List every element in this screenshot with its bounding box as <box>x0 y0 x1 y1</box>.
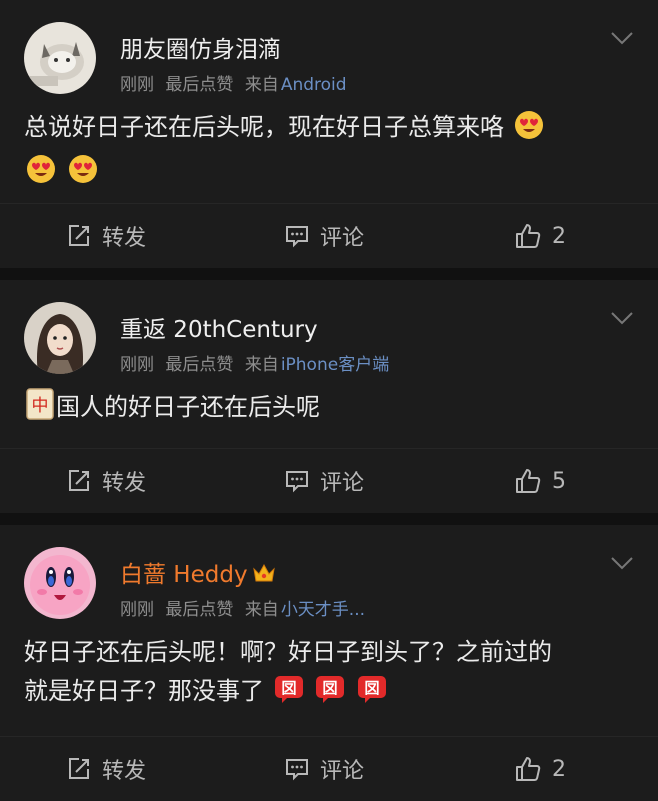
svg-text:㘝: 㘝 <box>364 679 379 697</box>
timestamp: 刚刚 <box>120 355 154 375</box>
svg-text:㘝: 㘝 <box>323 679 338 697</box>
like-button[interactable]: 2 <box>514 204 566 268</box>
thumbs-up-icon <box>516 224 541 248</box>
username[interactable]: 重返 20thCentury <box>120 310 318 344</box>
comment-button[interactable]: 评论 <box>284 449 364 513</box>
source-prefix: 来自 <box>244 600 279 620</box>
comment-button[interactable]: 评论 <box>284 204 364 268</box>
repost-icon <box>69 225 89 246</box>
repost-label: 转发 <box>102 471 147 496</box>
comment-header: 朋友圈仿身泪滴 刚刚 最后点赞 来自 Android <box>24 0 634 100</box>
source-prefix: 来自 <box>244 355 279 375</box>
comment-card: 朋友圈仿身泪滴 刚刚 最后点赞 来自 Android 总说好日子还在后头呢，现在好… <box>0 0 658 268</box>
comment-header: 白蔷 Heddy 刚刚 最后点赞 来自 小天才手... <box>24 525 634 625</box>
heart-eyes-emoji-icon <box>68 154 98 196</box>
comment-header: 重返 20thCentury 刚刚 最后点赞 来自 iPhone客户端 <box>24 280 634 380</box>
comment-icon <box>286 226 308 248</box>
comment-icon <box>286 759 308 781</box>
source-link[interactable]: 小天才手... <box>281 600 365 620</box>
comment-text-content: 国人的好日子还在后头呢 <box>56 393 320 421</box>
last-like-label: 最后点赞 <box>165 355 234 375</box>
comment-text-line-2: 就是好日子？那没事了 <box>24 677 264 705</box>
source-link[interactable]: Android <box>281 75 347 95</box>
jiong-red-emoji-icon: 㘝 <box>357 674 387 716</box>
repost-icon <box>69 470 89 491</box>
jiong-red-emoji-icon: 㘝 <box>315 674 345 716</box>
heart-eyes-emoji-icon <box>514 110 544 152</box>
username-text: 白蔷 Heddy <box>120 562 248 588</box>
comment-text: 好日子还在后头呢！啊？好日子到头了？之前过的 就是好日子？那没事了 㘝 㘝 㘝 <box>24 633 634 716</box>
action-bar: 转发 评论 2 <box>0 736 658 801</box>
like-count: 2 <box>552 223 566 249</box>
comment-text: 中 国人的好日子还在后头呢 <box>24 388 634 432</box>
repost-label: 转发 <box>102 226 147 251</box>
post-meta: 刚刚 最后点赞 来自 小天才手... <box>120 595 371 620</box>
thumbs-up-icon <box>516 469 541 493</box>
like-count: 5 <box>552 468 566 494</box>
crown-icon <box>252 562 276 590</box>
like-button[interactable]: 5 <box>514 449 566 513</box>
comment-icon <box>286 471 308 493</box>
jiong-red-emoji-icon: 㘝 <box>274 674 304 716</box>
chevron-down-icon[interactable] <box>610 310 634 326</box>
source-prefix: 来自 <box>244 75 279 95</box>
action-bar: 转发 评论 5 <box>0 448 658 513</box>
avatar[interactable] <box>24 547 96 619</box>
repost-icon <box>69 758 89 779</box>
chevron-down-icon[interactable] <box>610 30 634 46</box>
comment-label: 评论 <box>320 226 365 251</box>
timestamp: 刚刚 <box>120 600 154 620</box>
thumbs-up-icon <box>516 757 541 781</box>
like-count: 2 <box>552 756 566 782</box>
like-button[interactable]: 2 <box>514 737 566 801</box>
heart-eyes-emoji-icon <box>26 154 56 196</box>
comment-card: 重返 20thCentury 刚刚 最后点赞 来自 iPhone客户端 中 国人的… <box>0 280 658 513</box>
comment-text-line-1: 好日子还在后头呢！啊？好日子到头了？之前过的 <box>24 638 552 666</box>
username[interactable]: 白蔷 Heddy <box>120 555 276 590</box>
svg-text:㘝: 㘝 <box>281 679 296 697</box>
comment-text-content: 总说好日子还在后头呢，现在好日子总算来咯 <box>24 113 504 141</box>
chevron-down-icon[interactable] <box>610 555 634 571</box>
comment-card: 白蔷 Heddy 刚刚 最后点赞 来自 小天才手... 好日子还在后头呢！啊？好日… <box>0 525 658 801</box>
avatar[interactable] <box>24 302 96 374</box>
username[interactable]: 朋友圈仿身泪滴 <box>120 30 281 64</box>
action-bar: 转发 评论 2 <box>0 203 658 268</box>
source-link[interactable]: iPhone客户端 <box>281 355 389 375</box>
comment-label: 评论 <box>320 471 365 496</box>
last-like-label: 最后点赞 <box>165 75 234 95</box>
timestamp: 刚刚 <box>120 75 154 95</box>
comment-label: 评论 <box>320 759 365 784</box>
repost-button[interactable]: 转发 <box>66 204 146 268</box>
post-meta: 刚刚 最后点赞 来自 Android <box>120 70 353 95</box>
last-like-label: 最后点赞 <box>165 600 234 620</box>
svg-text:中: 中 <box>32 396 49 416</box>
comment-text: 总说好日子还在后头呢，现在好日子总算来咯 <box>24 108 634 196</box>
avatar[interactable] <box>24 22 96 94</box>
mahjong-red-dragon-icon: 中 <box>26 388 54 432</box>
repost-label: 转发 <box>102 759 147 784</box>
weibo-comment-feed: 朋友圈仿身泪滴 刚刚 最后点赞 来自 Android 总说好日子还在后头呢，现在好… <box>0 0 658 801</box>
repost-button[interactable]: 转发 <box>66 449 146 513</box>
post-meta: 刚刚 最后点赞 来自 iPhone客户端 <box>120 350 395 375</box>
repost-button[interactable]: 转发 <box>66 737 146 801</box>
comment-button[interactable]: 评论 <box>284 737 364 801</box>
